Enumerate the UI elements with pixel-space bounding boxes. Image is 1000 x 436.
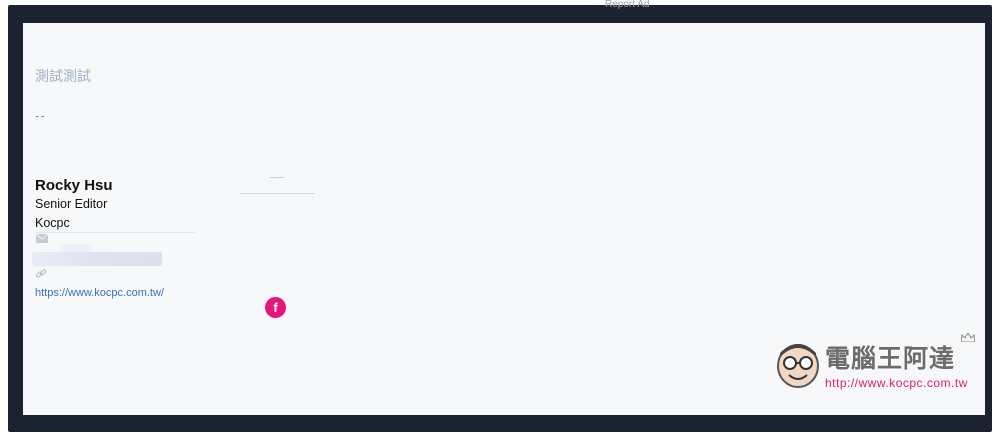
signature-divider [35,232,195,233]
signature-role: Senior Editor [35,197,108,211]
divider-short [270,177,284,178]
signature-separator: -- [35,108,46,123]
facebook-icon[interactable]: f [265,297,286,318]
mail-icon [36,234,48,243]
mascot-face-icon [777,344,819,388]
watermark-site-url: http://www.kocpc.com.tw [825,376,968,390]
watermark-site-name: 電腦王阿達 [825,344,956,373]
watermark: 電腦王阿達 http://www.kocpc.com.tw [775,333,975,393]
signature-company: Kocpc [35,216,70,230]
divider-long [240,193,315,194]
website-link[interactable]: https://www.kocpc.com.tw/ [35,287,164,299]
redacted-email-top [60,244,92,252]
signature-title: 測試測試 [35,68,91,84]
signature-name: Rocky Hsu [35,177,113,194]
link-icon [35,269,47,278]
crown-icon [961,333,975,342]
report-ad-link[interactable]: Report Ad [605,0,649,9]
redacted-email [32,252,162,266]
